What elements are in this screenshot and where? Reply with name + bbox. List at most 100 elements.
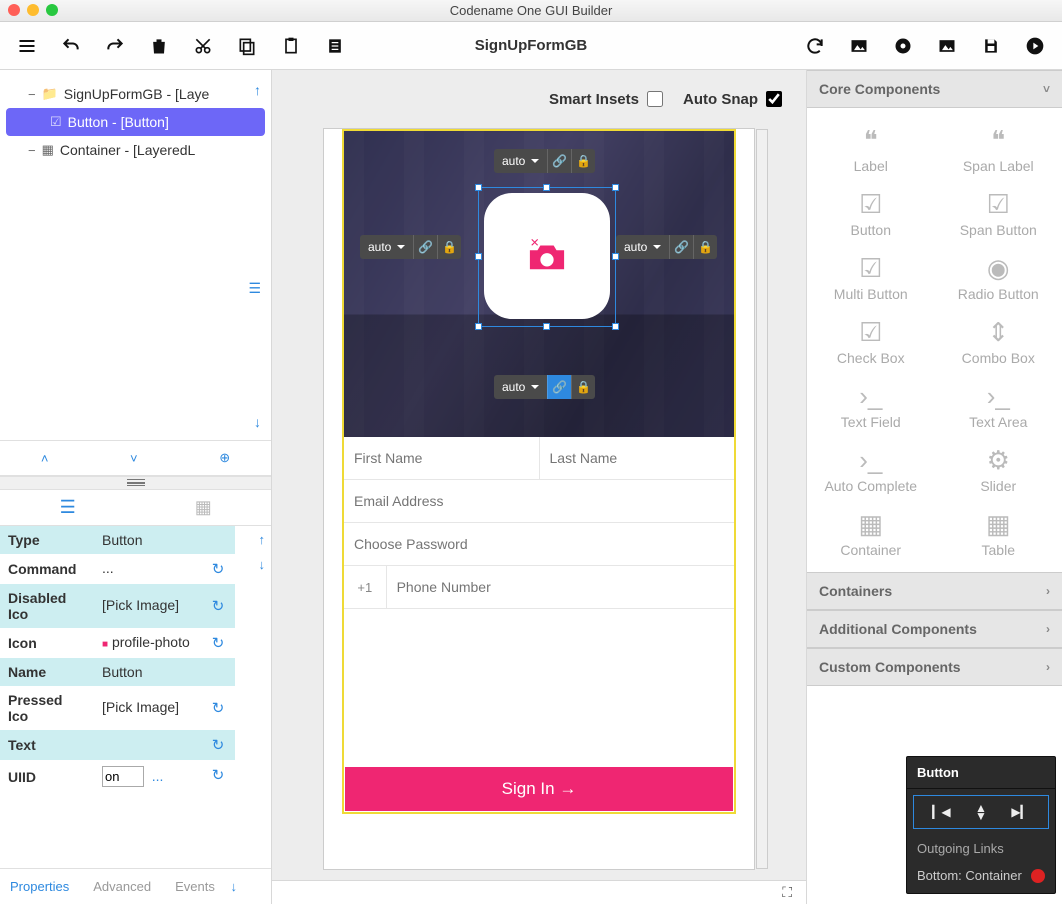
tree-container[interactable]: − ▦ Container - [LayeredL xyxy=(6,136,265,164)
comp-combobox[interactable]: ⇕Combo Box xyxy=(935,310,1062,374)
panel-down-icon[interactable]: ↓ xyxy=(231,879,238,894)
refresh-icon[interactable]: ↻ xyxy=(209,597,227,615)
props-up-icon[interactable]: ↑ xyxy=(259,532,266,547)
link-icon[interactable]: 🔗 xyxy=(547,149,571,173)
link-icon[interactable]: 🔗 xyxy=(413,235,437,259)
inset-top[interactable]: auto🔗🔒 xyxy=(494,149,595,173)
last-name-field[interactable] xyxy=(540,437,735,479)
tree-root[interactable]: − 📁 SignUpFormGB - [Laye xyxy=(6,80,265,108)
props-down-icon[interactable]: ↓ xyxy=(259,557,266,572)
menu-icon[interactable] xyxy=(12,31,42,61)
prop-pricon-value[interactable]: [Pick Image]↻ xyxy=(94,686,235,730)
tab-properties[interactable]: Properties xyxy=(10,879,69,894)
comp-checkbox[interactable]: ☑Check Box xyxy=(807,310,935,374)
add-icon[interactable]: ⊕ xyxy=(219,450,230,466)
comp-span-label[interactable]: ❝Span Label xyxy=(935,118,1062,182)
comp-textfield[interactable]: ›_Text Field xyxy=(807,374,935,438)
uiid-input[interactable] xyxy=(102,766,144,787)
refresh-icon[interactable]: ↻ xyxy=(209,634,227,652)
comp-button[interactable]: ☑Button xyxy=(807,182,935,246)
cut-icon[interactable] xyxy=(188,31,218,61)
tree-container-label: Container - [LayeredL xyxy=(60,142,195,158)
lock-icon[interactable]: 🔒 xyxy=(693,235,717,259)
image-icon[interactable] xyxy=(844,31,874,61)
comp-textarea[interactable]: ›_Text Area xyxy=(935,374,1062,438)
tab-events[interactable]: Events xyxy=(175,879,215,894)
inset-bottom[interactable]: auto🔗🔒 xyxy=(494,375,595,399)
collapse-icon[interactable]: ˄ xyxy=(41,451,49,466)
phone-field[interactable] xyxy=(387,566,734,608)
trash-icon[interactable] xyxy=(144,31,174,61)
play-icon[interactable] xyxy=(1020,31,1050,61)
tree-root-label: SignUpFormGB - [Laye xyxy=(64,86,210,102)
window-zoom-icon[interactable] xyxy=(46,4,58,16)
grid-icon: ▦ xyxy=(42,142,54,158)
phone-prefix[interactable]: +1 xyxy=(344,566,387,608)
selection-box[interactable] xyxy=(478,187,616,327)
refresh-icon[interactable]: ↻ xyxy=(209,699,227,717)
notes-icon[interactable] xyxy=(320,31,350,61)
password-field[interactable] xyxy=(344,523,734,565)
comp-span-button[interactable]: ☑Span Button xyxy=(935,182,1062,246)
inset-right[interactable]: auto🔗🔒 xyxy=(616,235,717,259)
comp-slider[interactable]: ⚙Slider xyxy=(935,438,1062,502)
h-splitter[interactable] xyxy=(0,476,271,490)
window-minimize-icon[interactable] xyxy=(27,4,39,16)
record-icon[interactable] xyxy=(888,31,918,61)
inset-left[interactable]: auto🔗🔒 xyxy=(360,235,461,259)
redo-icon[interactable] xyxy=(100,31,130,61)
undo-icon[interactable] xyxy=(56,31,86,61)
signin-button[interactable]: Sign In → xyxy=(345,767,733,811)
prop-name-value[interactable]: Button xyxy=(94,658,235,686)
tab-advanced[interactable]: Advanced xyxy=(93,879,151,894)
comp-label[interactable]: ❝Label xyxy=(807,118,935,182)
refresh-icon[interactable]: ↻ xyxy=(209,766,227,784)
prop-command-value[interactable]: ...↻ xyxy=(94,554,235,584)
prop-type-value[interactable]: Button xyxy=(94,526,235,554)
lock-icon[interactable]: 🔒 xyxy=(571,375,595,399)
section-containers[interactable]: Containers› xyxy=(807,572,1062,610)
fullscreen-icon[interactable]: ⛶ xyxy=(782,884,792,901)
tree-menu-icon[interactable]: ☰ xyxy=(248,280,261,297)
expand-icon[interactable]: ˅ xyxy=(130,451,138,466)
refresh-icon[interactable]: ↻ xyxy=(209,736,227,754)
refresh-icon[interactable] xyxy=(800,31,830,61)
nav-next-icon[interactable]: ▶▎ xyxy=(1011,805,1029,819)
first-name-field[interactable] xyxy=(344,437,539,479)
list-view-icon[interactable]: ☰ xyxy=(0,497,136,518)
comp-table[interactable]: ▦Table xyxy=(935,502,1062,566)
section-custom[interactable]: Custom Components› xyxy=(807,648,1062,686)
nav-prev-icon[interactable]: ▎◀ xyxy=(932,805,950,819)
prop-text-value[interactable]: ↻ xyxy=(94,730,235,760)
prop-uiid-value[interactable]: ...↻ xyxy=(94,760,235,793)
comp-radio[interactable]: ◉Radio Button xyxy=(935,246,1062,310)
tree-up-icon[interactable]: ↑ xyxy=(254,82,261,98)
link-icon[interactable]: 🔗 xyxy=(669,235,693,259)
remove-link-icon[interactable] xyxy=(1031,869,1045,883)
refresh-icon[interactable]: ↻ xyxy=(209,560,227,578)
email-field[interactable] xyxy=(344,480,734,522)
paste-icon[interactable] xyxy=(276,31,306,61)
tree-button[interactable]: ☑ Button - [Button] xyxy=(6,108,265,136)
prop-icon-value[interactable]: ■ profile-photo↻ xyxy=(94,628,235,658)
comp-autocomplete[interactable]: ›_Auto Complete xyxy=(807,438,935,502)
window-close-icon[interactable] xyxy=(8,4,20,16)
lock-icon[interactable]: 🔒 xyxy=(437,235,461,259)
grid-view-icon[interactable]: ▦ xyxy=(136,497,272,518)
comp-multi-button[interactable]: ☑Multi Button xyxy=(807,246,935,310)
nav-down-icon[interactable]: ▼ xyxy=(975,812,987,820)
section-core[interactable]: Core Components˅ xyxy=(807,70,1062,108)
links-overlay[interactable]: Button ▎◀ ▲▼ ▶▎ Outgoing Links Bottom: C… xyxy=(906,756,1056,894)
lock-icon[interactable]: 🔒 xyxy=(571,149,595,173)
copy-icon[interactable] xyxy=(232,31,262,61)
comp-container[interactable]: ▦Container xyxy=(807,502,935,566)
image2-icon[interactable] xyxy=(932,31,962,61)
section-additional[interactable]: Additional Components› xyxy=(807,610,1062,648)
scrollbar[interactable] xyxy=(756,129,768,869)
link-icon[interactable]: 🔗 xyxy=(547,375,571,399)
prop-disicon-value[interactable]: [Pick Image]↻ xyxy=(94,584,235,628)
smart-insets-toggle[interactable]: Smart Insets xyxy=(549,91,663,108)
auto-snap-toggle[interactable]: Auto Snap xyxy=(683,91,782,108)
save-icon[interactable] xyxy=(976,31,1006,61)
tree-down-icon[interactable]: ↓ xyxy=(254,414,261,430)
